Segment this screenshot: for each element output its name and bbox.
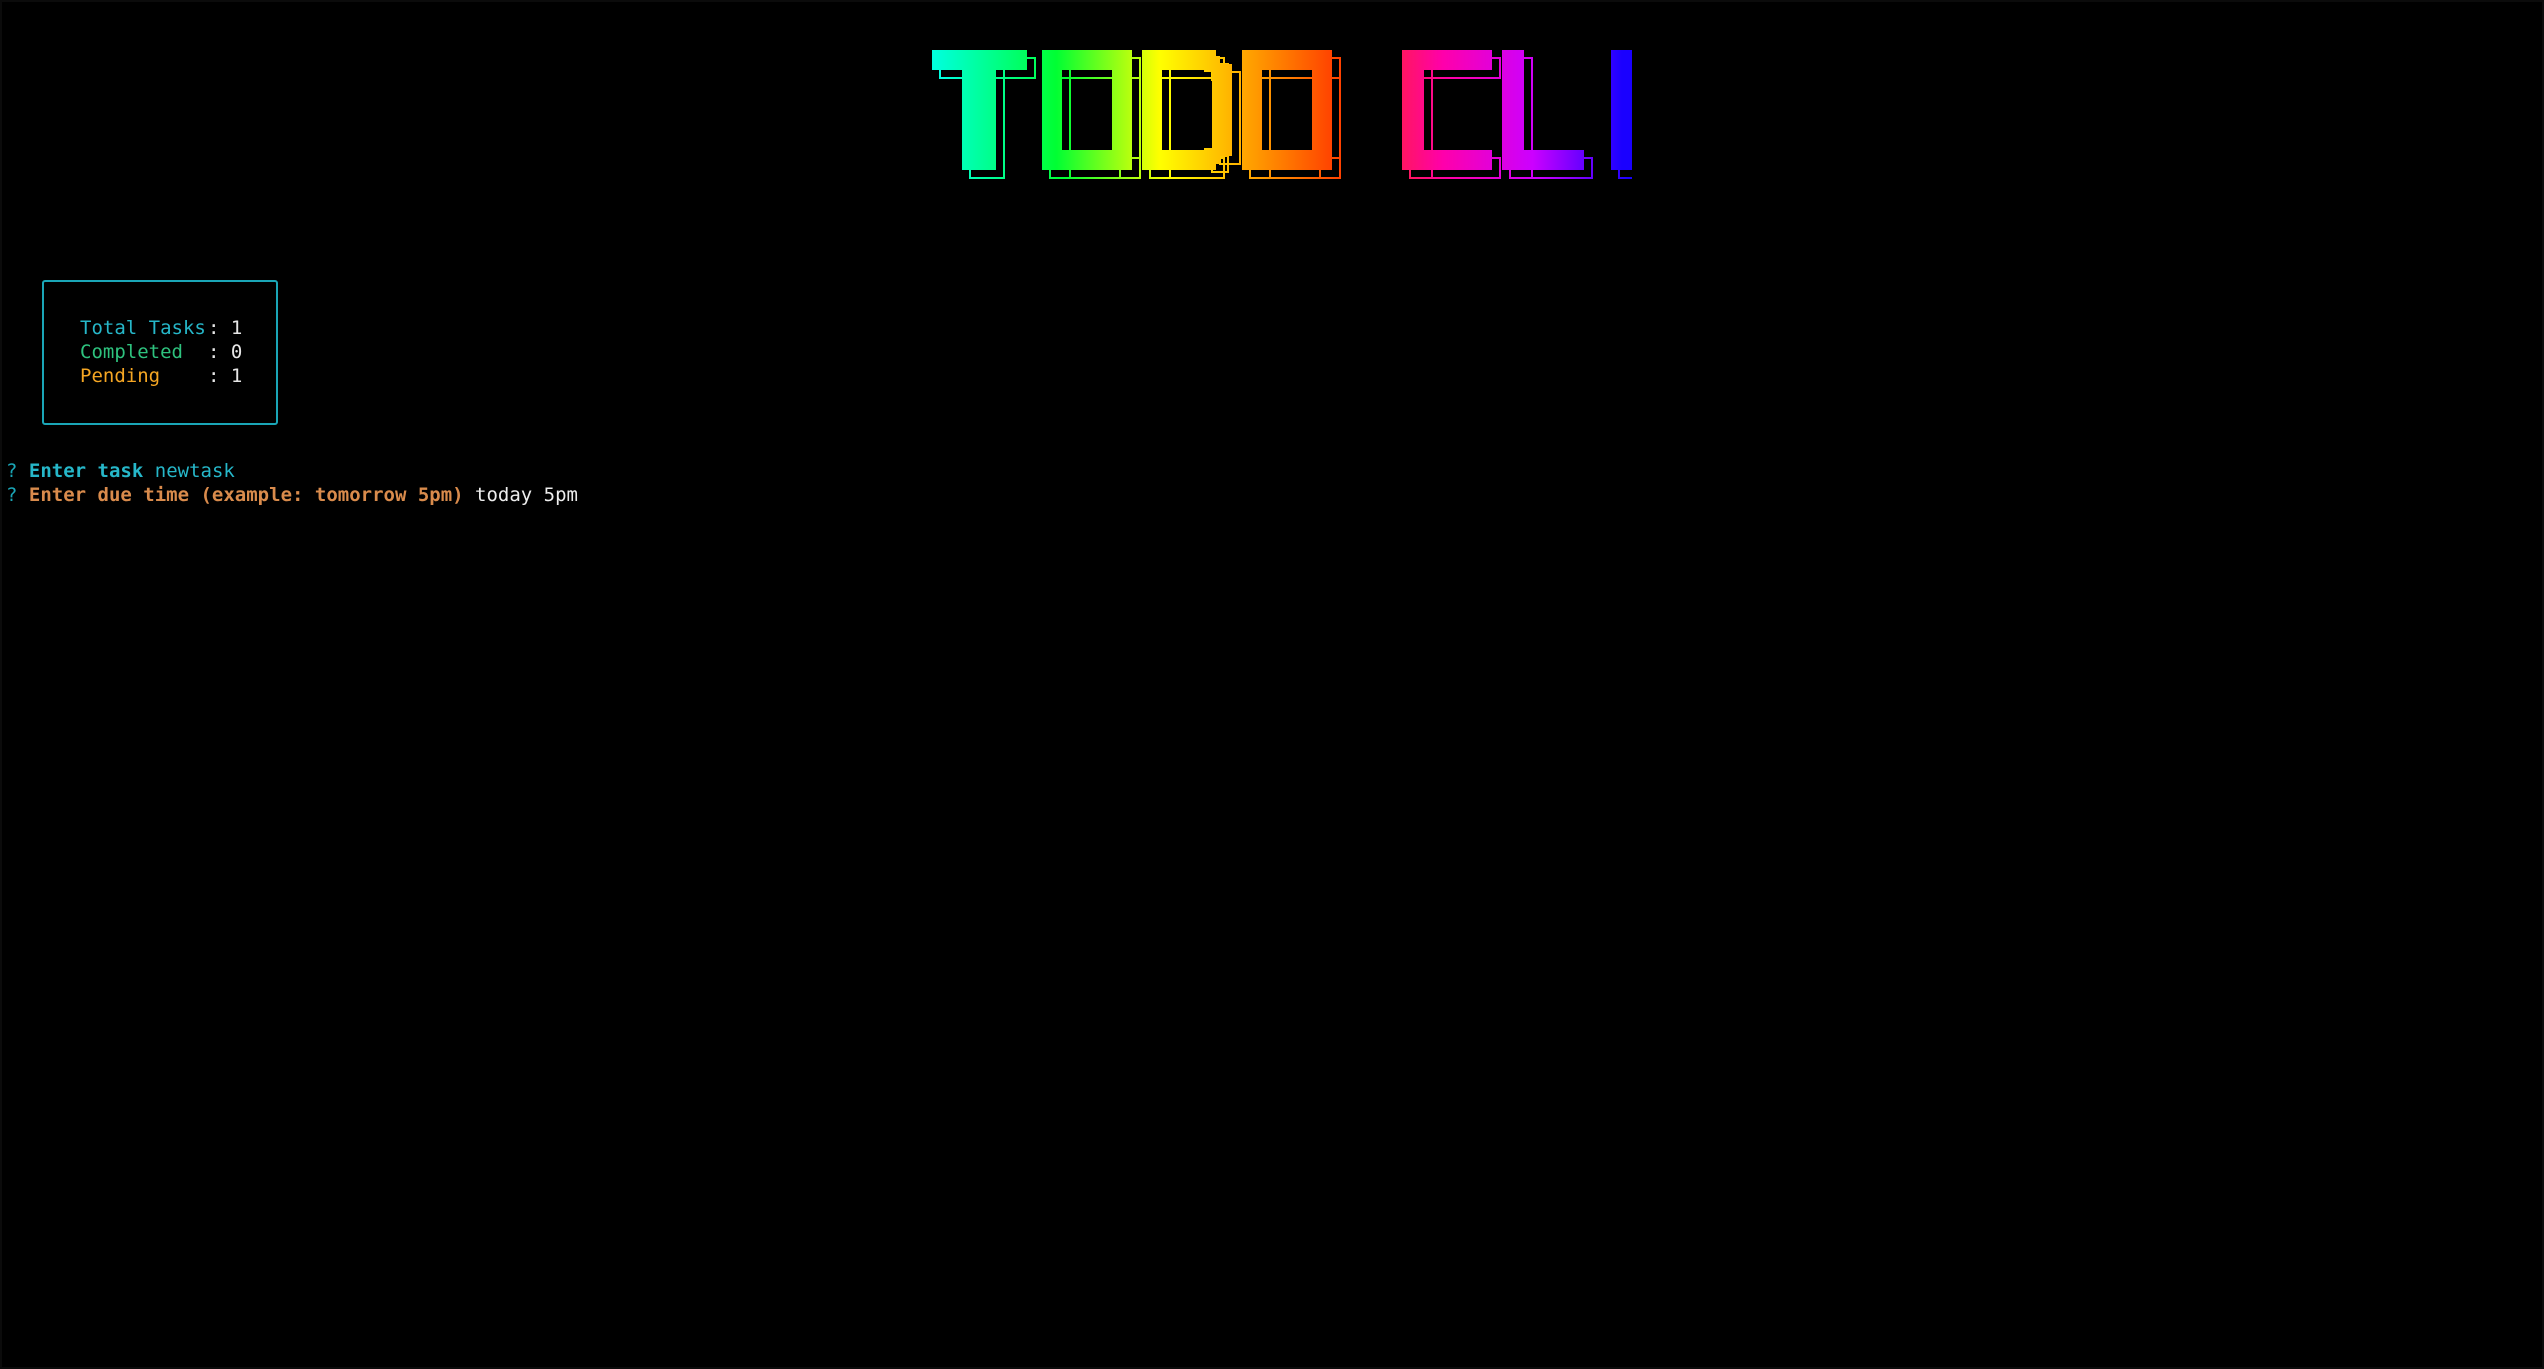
banner-letter-d-block (1142, 50, 1162, 170)
banner-letter-d-block (1204, 148, 1220, 164)
prompt-due-question: Enter due time (example: tomorrow 5pm) (28, 484, 464, 506)
banner-letter-o-block (1042, 50, 1062, 170)
stat-pending-value: 1 (230, 365, 243, 387)
prompt-enter-task[interactable]: ? Enter task newtask (6, 459, 235, 483)
banner-letters (932, 50, 1632, 170)
terminal-window: Total Tasks: 1 Completed: 0 Pending: 1 ?… (0, 0, 2544, 1369)
due-time-input[interactable]: today 5pm (475, 484, 578, 506)
stat-separator: : (208, 341, 220, 363)
banner-letter-o-block (1312, 50, 1332, 170)
todo-cli-banner (932, 42, 1632, 202)
prompt-marker: ? (6, 460, 18, 482)
stat-separator: : (208, 365, 220, 387)
banner-letter-i-block (1611, 50, 1632, 170)
stat-total-value: 1 (230, 317, 243, 339)
stat-completed: Completed: 0 (80, 340, 242, 364)
banner-ascii-art (932, 50, 1632, 179)
prompt-task-question: Enter task (28, 460, 144, 482)
stat-pending-label: Pending (80, 365, 161, 387)
prompt-marker: ? (6, 484, 18, 506)
stat-pending: Pending: 1 (80, 364, 242, 388)
stat-completed-value: 0 (230, 341, 243, 363)
task-stats-panel: Total Tasks: 1 Completed: 0 Pending: 1 (42, 280, 278, 425)
banner-letter-o-block (1242, 50, 1262, 170)
stat-total-tasks: Total Tasks: 1 (80, 316, 242, 340)
banner-letter-o-block (1112, 50, 1132, 170)
stat-total-label: Total Tasks (80, 317, 206, 339)
banner-letter-t-block (962, 50, 996, 170)
banner-letter-l-block (1502, 150, 1584, 170)
prompt-enter-due-time[interactable]: ? Enter due time (example: tomorrow 5pm)… (6, 483, 578, 507)
stat-separator: : (208, 317, 220, 339)
banner-letter-d-block (1212, 64, 1232, 156)
task-input[interactable]: newtask (155, 460, 235, 482)
banner-letter-c-block (1402, 50, 1424, 170)
stat-completed-label: Completed (80, 341, 183, 363)
banner-letter-d-block (1204, 56, 1220, 72)
